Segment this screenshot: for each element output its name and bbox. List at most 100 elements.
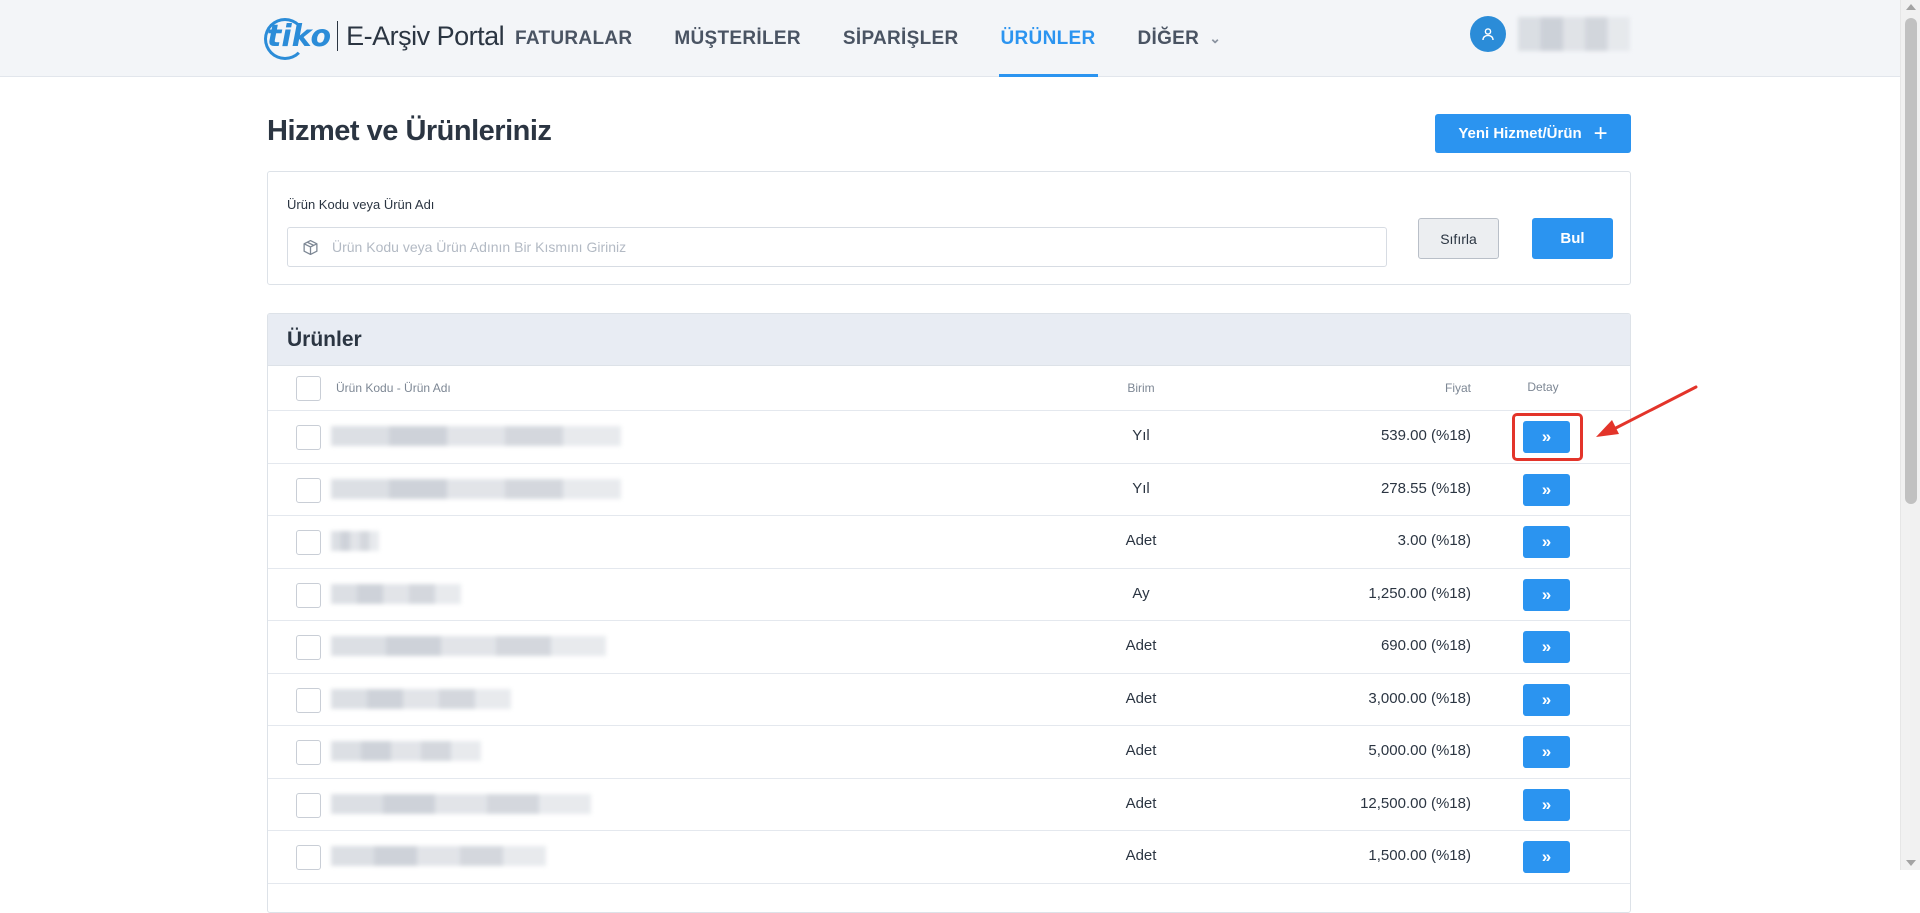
column-header-unit: Birim xyxy=(1127,381,1155,395)
annotation-arrow-icon xyxy=(1596,385,1698,437)
table-row: Adet 3,000.00 (%18) » xyxy=(268,674,1630,726)
detail-button[interactable]: » xyxy=(1523,631,1570,663)
box-icon xyxy=(303,239,318,256)
scroll-up-icon[interactable] xyxy=(1906,4,1916,10)
table-header-row: Ürün Kodu - Ürün Adı Birim Fiyat Detay xyxy=(268,366,1630,411)
top-navbar: tiko E-Arşiv Portal FATURALAR MÜŞTERİLER… xyxy=(0,0,1900,77)
user-avatar[interactable] xyxy=(1470,16,1506,52)
column-header-price: Fiyat xyxy=(1444,381,1471,395)
nav-item-siparisler[interactable]: SİPARİŞLER xyxy=(833,0,969,77)
product-name-redacted xyxy=(331,846,546,866)
column-header-detail: Detay xyxy=(1527,380,1559,394)
nav-item-musteriler[interactable]: MÜŞTERİLER xyxy=(664,0,811,77)
product-name-redacted xyxy=(331,583,461,604)
row-price: 3.00 (%18) xyxy=(1397,532,1471,549)
table-row: Adet 1,500.00 (%18) » xyxy=(268,831,1630,884)
double-chevron-right-icon: » xyxy=(1541,479,1552,499)
search-input[interactable] xyxy=(332,228,1372,266)
nav-label: SİPARİŞLER xyxy=(842,27,959,49)
nav-label: MÜŞTERİLER xyxy=(674,27,801,49)
logo-divider xyxy=(337,21,339,51)
scroll-down-icon[interactable] xyxy=(1906,860,1916,866)
filter-card: Ürün Kodu veya Ürün Adı Sıfırla Bul xyxy=(267,171,1631,285)
row-price: 5,000.00 (%18) xyxy=(1368,742,1471,759)
product-name-redacted xyxy=(331,741,481,761)
row-checkbox[interactable] xyxy=(296,740,321,765)
reset-button[interactable]: Sıfırla xyxy=(1418,218,1499,259)
find-button[interactable]: Bul xyxy=(1532,218,1613,259)
chevron-down-icon: ⌄ xyxy=(1209,30,1222,46)
logo-ring-icon xyxy=(264,17,306,60)
row-checkbox[interactable] xyxy=(296,687,321,713)
nav-label: ÜRÜNLER xyxy=(1000,27,1096,49)
double-chevron-right-icon: » xyxy=(1541,532,1552,551)
row-price: 12,500.00 (%18) xyxy=(1360,794,1471,812)
row-price: 1,250.00 (%18) xyxy=(1368,584,1471,602)
row-checkbox[interactable] xyxy=(296,845,321,870)
main-nav: FATURALAR MÜŞTERİLER SİPARİŞLER ÜRÜNLER … xyxy=(505,0,1253,77)
plus-icon: + xyxy=(1593,119,1608,147)
detail-button[interactable]: » xyxy=(1523,788,1570,821)
vertical-scrollbar[interactable] xyxy=(1900,0,1920,870)
row-checkbox[interactable] xyxy=(296,425,321,450)
detail-button[interactable]: » xyxy=(1523,578,1570,611)
nav-label: FATURALAR xyxy=(515,27,633,49)
logo-mark: tiko xyxy=(264,17,331,60)
nav-item-urunler[interactable]: ÜRÜNLER xyxy=(991,0,1106,77)
double-chevron-right-icon: » xyxy=(1541,689,1552,709)
table-row: Adet 3.00 (%18) » xyxy=(268,516,1630,569)
double-chevron-right-icon: » xyxy=(1541,637,1552,656)
search-label: Ürün Kodu veya Ürün Adı xyxy=(287,197,435,212)
new-product-label: Yeni Hizmet/Ürün xyxy=(1458,125,1582,142)
product-name-redacted xyxy=(331,793,591,814)
table-row: Adet 690.00 (%18) » xyxy=(268,621,1630,674)
detail-button[interactable]: » xyxy=(1523,736,1570,768)
table-row: Yıl 539.00 (%18) » xyxy=(268,411,1630,464)
row-checkbox[interactable] xyxy=(296,477,321,503)
search-field[interactable] xyxy=(287,227,1387,267)
row-checkbox[interactable] xyxy=(296,530,321,555)
row-checkbox[interactable] xyxy=(296,792,321,818)
table-row: Ay 1,250.00 (%18) » xyxy=(268,569,1630,621)
column-header-name: Ürün Kodu - Ürün Adı xyxy=(336,381,451,395)
table-row: Adet 5,000.00 (%18) » xyxy=(268,726,1630,779)
user-name-redacted[interactable] xyxy=(1518,17,1630,51)
detail-button[interactable]: » xyxy=(1523,421,1570,453)
row-unit: Adet xyxy=(1125,742,1157,759)
row-price: 539.00 (%18) xyxy=(1380,427,1471,444)
row-unit: Adet xyxy=(1125,794,1157,812)
row-price: 690.00 (%18) xyxy=(1380,637,1471,654)
table-title: Ürünler xyxy=(268,314,1630,366)
row-checkbox[interactable] xyxy=(296,582,321,608)
nav-item-faturalar[interactable]: FATURALAR xyxy=(505,0,642,77)
new-product-button[interactable]: Yeni Hizmet/Ürün + xyxy=(1435,114,1631,153)
row-checkbox[interactable] xyxy=(296,635,321,660)
brand-logo[interactable]: tiko E-Arşiv Portal xyxy=(264,15,505,60)
product-name-redacted xyxy=(331,636,606,656)
row-unit: Ay xyxy=(1132,584,1150,602)
detail-button[interactable]: » xyxy=(1523,473,1570,506)
detail-button[interactable]: » xyxy=(1523,841,1570,873)
nav-item-diger[interactable]: DİĞER ⌄ xyxy=(1128,0,1232,77)
double-chevron-right-icon: » xyxy=(1541,427,1552,446)
nav-label: DİĞER xyxy=(1137,27,1200,49)
portal-name: E-Arşiv Portal xyxy=(346,20,505,51)
table-row: Yıl 278.55 (%18) » xyxy=(268,464,1630,516)
page-title: Hizmet ve Ürünleriniz xyxy=(267,115,552,147)
row-unit: Adet xyxy=(1125,532,1157,549)
double-chevron-right-icon: » xyxy=(1541,794,1552,814)
select-all-checkbox[interactable] xyxy=(296,376,321,401)
product-name-redacted xyxy=(331,688,511,709)
detail-button[interactable]: » xyxy=(1523,683,1570,716)
user-icon xyxy=(1482,28,1494,41)
scrollbar-thumb[interactable] xyxy=(1905,18,1917,504)
double-chevron-right-icon: » xyxy=(1541,742,1552,761)
row-unit: Adet xyxy=(1125,637,1157,654)
double-chevron-right-icon: » xyxy=(1541,584,1552,604)
table-row: Adet 12,500.00 (%18) » xyxy=(268,779,1630,831)
product-name-redacted xyxy=(331,478,621,499)
row-unit: Adet xyxy=(1125,689,1157,707)
detail-button[interactable]: » xyxy=(1523,526,1570,558)
double-chevron-right-icon: » xyxy=(1541,847,1552,866)
row-unit: Adet xyxy=(1125,847,1157,864)
